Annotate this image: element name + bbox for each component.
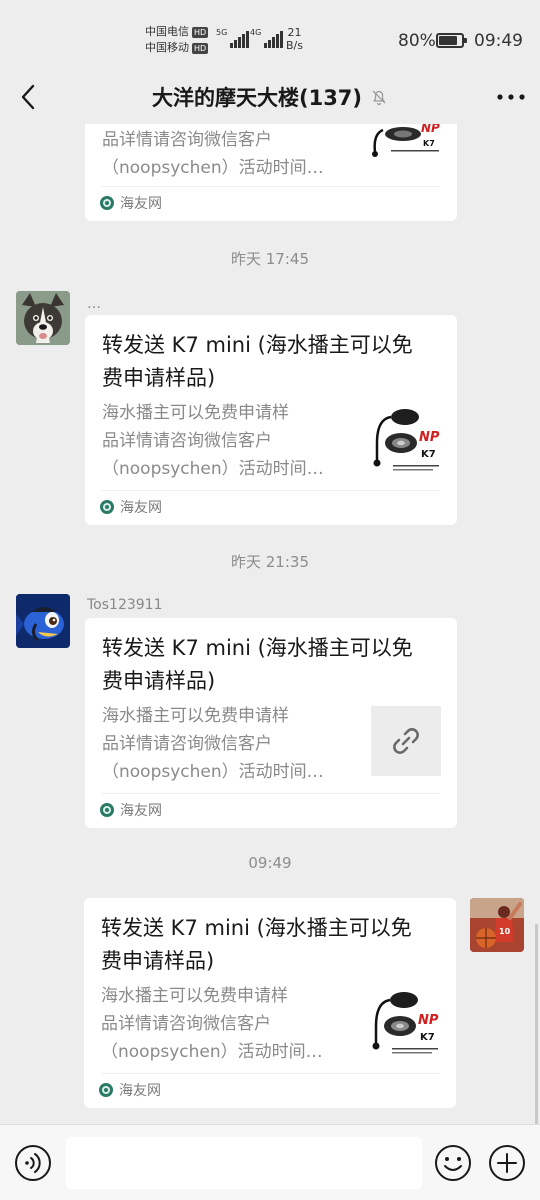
source-name: 海友网 bbox=[120, 196, 162, 212]
haiyou-logo-icon bbox=[99, 1083, 113, 1097]
svg-text:10: 10 bbox=[499, 927, 511, 936]
card-title-line: 费申请样品) bbox=[102, 669, 216, 693]
battery-icon bbox=[436, 33, 467, 48]
product-thumbnail: NP K7 bbox=[371, 124, 441, 184]
card-desc-line: （noopsychen）活动时间… bbox=[102, 459, 324, 479]
basketball-avatar-icon: 10 bbox=[470, 898, 524, 952]
card-divider bbox=[102, 793, 440, 794]
card-desc-line: （noopsychen）活动时间… bbox=[102, 158, 324, 178]
signal-4g-icon: 4G bbox=[250, 28, 284, 48]
card-source: 海友网 bbox=[100, 497, 162, 517]
signal-label: 4G bbox=[250, 28, 262, 37]
status-bar: 中国电信 HD 中国移动 HD 5G 4G 21 B/s 80% 09:49 bbox=[0, 0, 540, 70]
card-source: 海友网 bbox=[100, 800, 162, 820]
message-input[interactable] bbox=[66, 1137, 422, 1189]
chat-title-bar: 大洋的摩天大楼(137) bbox=[0, 82, 540, 112]
card-desc-line: （noopsychen）活动时间… bbox=[101, 1042, 323, 1062]
card-desc-line: 品详情请咨询微信客户 bbox=[102, 130, 272, 150]
speed-value: 21 bbox=[287, 26, 302, 39]
card-divider bbox=[101, 1073, 439, 1074]
haiyou-logo-icon bbox=[100, 803, 114, 817]
network-speed: 21 B/s bbox=[286, 26, 303, 52]
card-description: 海水播主可以免费申请样 品详情请咨询微信客户 （noopsychen）活动时间… bbox=[102, 399, 352, 483]
thumb-model: K7 bbox=[420, 1032, 435, 1043]
thumb-model: K7 bbox=[421, 449, 436, 460]
dog-avatar-icon bbox=[16, 291, 70, 345]
carrier-1: 中国电信 bbox=[145, 25, 189, 38]
thumb-model: K7 bbox=[423, 139, 435, 148]
bell-off-icon bbox=[372, 90, 386, 106]
link-placeholder bbox=[371, 706, 441, 776]
card-title-line: 费申请样品) bbox=[102, 366, 216, 390]
carrier-info: 中国电信 HD 中国移动 HD bbox=[145, 24, 209, 56]
source-name: 海友网 bbox=[120, 803, 162, 819]
plus-icon[interactable] bbox=[488, 1144, 526, 1182]
more-dots-icon[interactable] bbox=[494, 82, 528, 112]
thumb-brand: NP bbox=[419, 430, 440, 445]
battery-fill bbox=[439, 36, 457, 45]
hd-badge: HD bbox=[192, 42, 209, 54]
sender-name: … bbox=[87, 296, 101, 312]
time-separator: 09:49 bbox=[248, 854, 292, 872]
shared-link-card[interactable]: 转发送 K7 mini (海水播主可以免 费申请样品) 海水播主可以免费申请样 … bbox=[84, 898, 456, 1108]
link-icon bbox=[393, 728, 419, 754]
pump-image-icon: NP K7 bbox=[372, 124, 440, 157]
carrier-2: 中国移动 bbox=[145, 41, 189, 54]
card-desc-line: 品详情请咨询微信客户 bbox=[101, 1014, 271, 1034]
pump-image-icon: NP K7 bbox=[373, 409, 440, 471]
product-thumbnail: NP K7 bbox=[371, 403, 441, 473]
page-title: 大洋的摩天大楼(137) bbox=[151, 86, 363, 110]
scrollbar[interactable] bbox=[535, 924, 538, 1124]
card-source: 海友网 bbox=[100, 193, 162, 213]
card-desc-line: 品详情请咨询微信客户 bbox=[102, 734, 272, 754]
card-divider bbox=[102, 186, 440, 187]
status-clock: 09:49 bbox=[474, 31, 523, 51]
card-title-line: 转发送 K7 mini (海水播主可以免 bbox=[102, 636, 413, 660]
avatar[interactable]: 10 bbox=[470, 898, 524, 952]
fish-avatar-icon bbox=[16, 594, 70, 648]
source-name: 海友网 bbox=[120, 500, 162, 516]
card-desc-line: 海水播主可以免费申请样 bbox=[102, 403, 289, 423]
card-description: 海水播主可以免费申请样 品详情请咨询微信客户 （noopsychen）活动时间… bbox=[102, 702, 352, 786]
card-title-line: 转发送 K7 mini (海水播主可以免 bbox=[101, 916, 412, 940]
card-title-line: 费申请样品) bbox=[101, 949, 215, 973]
source-name: 海友网 bbox=[119, 1083, 161, 1099]
card-description: 海水播主可以免费申请样 品详情请咨询微信客户 （noopsychen）活动时间… bbox=[101, 982, 351, 1066]
sender-name: Tos123911 bbox=[87, 597, 163, 613]
chat-header: 大洋的摩天大楼(137) bbox=[0, 70, 540, 124]
time-separator: 昨天 21:35 bbox=[231, 553, 309, 571]
shared-link-card[interactable]: 品详情请咨询微信客户 （noopsychen）活动时间… NP K7 海友网 bbox=[85, 124, 457, 221]
card-title: 转发送 K7 mini (海水播主可以免 费申请样品) bbox=[102, 632, 439, 698]
card-desc-line: （noopsychen）活动时间… bbox=[102, 762, 324, 782]
card-title-line: 转发送 K7 mini (海水播主可以免 bbox=[102, 333, 413, 357]
shared-link-card[interactable]: 转发送 K7 mini (海水播主可以免 费申请样品) 海水播主可以免费申请样 … bbox=[85, 315, 457, 525]
chat-messages[interactable]: 品详情请咨询微信客户 （noopsychen）活动时间… NP K7 海友网 昨… bbox=[0, 124, 540, 1124]
card-desc-line: 品详情请咨询微信客户 bbox=[102, 431, 272, 451]
thumb-brand: NP bbox=[418, 1013, 439, 1028]
voice-icon[interactable] bbox=[14, 1144, 52, 1182]
card-source: 海友网 bbox=[99, 1080, 161, 1100]
input-bar bbox=[0, 1124, 540, 1200]
card-divider bbox=[102, 490, 440, 491]
card-description: 品详情请咨询微信客户 （noopsychen）活动时间… bbox=[102, 126, 352, 182]
avatar[interactable] bbox=[16, 291, 70, 345]
time-separator: 昨天 17:45 bbox=[231, 250, 309, 268]
shared-link-card[interactable]: 转发送 K7 mini (海水播主可以免 费申请样品) 海水播主可以免费申请样 … bbox=[85, 618, 457, 828]
battery-percent: 80% bbox=[398, 31, 436, 51]
signal-label: 5G bbox=[216, 28, 228, 37]
emoji-icon[interactable] bbox=[434, 1144, 472, 1182]
card-title: 转发送 K7 mini (海水播主可以免 费申请样品) bbox=[101, 912, 438, 978]
thumb-brand: NP bbox=[421, 124, 440, 135]
card-title: 转发送 K7 mini (海水播主可以免 费申请样品) bbox=[102, 329, 439, 395]
hd-badge: HD bbox=[192, 26, 209, 38]
speed-unit: B/s bbox=[286, 39, 303, 52]
haiyou-logo-icon bbox=[100, 196, 114, 210]
card-desc-line: 海水播主可以免费申请样 bbox=[102, 706, 289, 726]
haiyou-logo-icon bbox=[100, 500, 114, 514]
pump-image-icon: NP K7 bbox=[372, 992, 439, 1054]
avatar[interactable] bbox=[16, 594, 70, 648]
card-desc-line: 海水播主可以免费申请样 bbox=[101, 986, 288, 1006]
signal-5g-icon: 5G bbox=[216, 28, 250, 48]
product-thumbnail: NP K7 bbox=[370, 986, 440, 1056]
